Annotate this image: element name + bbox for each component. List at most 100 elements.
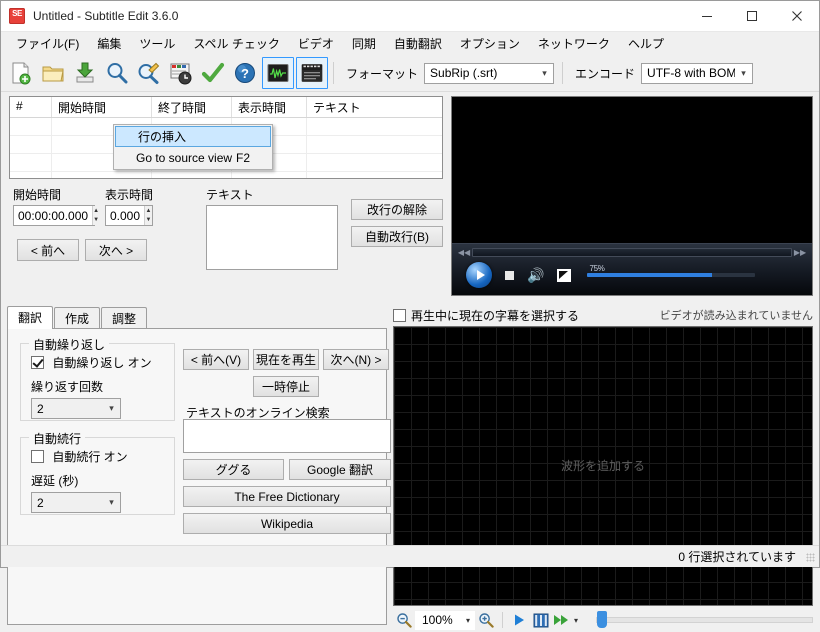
previous-subtitle-button[interactable]: < 前へ [17, 239, 79, 261]
playback-next-button[interactable]: 次へ(N) > [323, 349, 389, 370]
forward-icon[interactable]: ▶▶ [792, 248, 808, 257]
minimize-button[interactable] [684, 1, 729, 31]
duration-input[interactable]: 0.000 ▲ ▼ [105, 205, 153, 226]
menu-tools[interactable]: ツール [130, 32, 184, 55]
stepper-down-icon[interactable]: ▼ [145, 216, 152, 226]
stepper-up-icon[interactable]: ▲ [93, 206, 99, 216]
column-header-start-time[interactable]: 開始時間 [52, 97, 152, 117]
menu-networking[interactable]: ネットワーク [529, 32, 619, 55]
stop-icon[interactable] [505, 270, 514, 280]
zoom-out-icon[interactable] [393, 609, 415, 631]
find-icon[interactable] [102, 58, 132, 88]
menu-options[interactable]: オプション [451, 32, 529, 55]
free-dictionary-button[interactable]: The Free Dictionary [183, 486, 391, 507]
volume-slider[interactable] [587, 273, 756, 277]
column-header-text[interactable]: テキスト [307, 97, 442, 117]
google-translate-button[interactable]: Google 翻訳 [289, 459, 391, 480]
column-header-duration[interactable]: 表示時間 [232, 97, 307, 117]
duration-stepper[interactable]: ▲ ▼ [144, 206, 152, 225]
spell-check-icon[interactable] [198, 58, 228, 88]
auto-break-button[interactable]: 自動改行(B) [351, 226, 443, 247]
save-icon[interactable] [70, 58, 100, 88]
wikipedia-button[interactable]: Wikipedia [183, 513, 391, 534]
video-surface[interactable] [452, 97, 812, 243]
tab-adjust[interactable]: 調整 [101, 307, 148, 329]
encoding-combobox[interactable]: UTF-8 with BOM ▾ [641, 62, 754, 84]
start-time-input[interactable]: 00:00:00.000 ▲ ▼ [13, 205, 100, 226]
tab-translate[interactable]: 翻訳 [7, 306, 54, 329]
tab-create[interactable]: 作成 [54, 307, 101, 329]
auto-repeat-group-title: 自動繰り返し [29, 336, 110, 353]
volume-control[interactable]: 75% [587, 264, 756, 277]
online-search-input[interactable] [183, 419, 391, 453]
stepper-down-icon[interactable]: ▼ [93, 216, 99, 226]
maximize-button[interactable] [729, 1, 774, 31]
context-menu-item-go-to-source-view[interactable]: Go to source view F2 [114, 147, 272, 168]
format-combobox[interactable]: SubRip (.srt) ▾ [424, 62, 555, 84]
main-content: # 開始時間 終了時間 表示時間 テキスト 行の挿入 Go to source … [1, 92, 819, 630]
menu-edit[interactable]: 編集 [88, 32, 130, 55]
close-button[interactable] [774, 1, 819, 31]
help-icon[interactable]: ? [230, 58, 260, 88]
repeat-count-combobox[interactable]: 2 ▾ [31, 398, 121, 419]
chevron-down-icon[interactable]: ▾ [570, 609, 582, 631]
select-current-subtitle-checkbox[interactable]: 再生中に現在の字幕を選択する [393, 307, 579, 324]
menu-synchronization[interactable]: 同期 [343, 32, 385, 55]
unbreak-button[interactable]: 改行の解除 [351, 199, 443, 220]
duration-value: 0.000 [110, 208, 141, 223]
waveform-placeholder-text[interactable]: 波形を追加する [394, 457, 812, 474]
column-header-end-time[interactable]: 終了時間 [152, 97, 232, 117]
subtitle-edit-window: Untitled - Subtitle Edit 3.6.0 ファイル(F) 編… [0, 0, 820, 630]
playback-previous-button[interactable]: < 前へ(V) [183, 349, 249, 370]
menu-spellcheck[interactable]: スペル チェック [184, 32, 289, 55]
speaker-icon[interactable]: 🔊 [527, 268, 544, 282]
replace-icon[interactable] [134, 58, 164, 88]
waveform-slider-thumb[interactable] [597, 611, 607, 628]
menu-file[interactable]: ファイル(F) [7, 32, 88, 55]
waveform-zoom-combobox[interactable]: 100% ▾ [415, 610, 475, 630]
subtitle-list-view[interactable]: # 開始時間 終了時間 表示時間 テキスト 行の挿入 Go to source … [9, 96, 443, 179]
waveform-position-slider[interactable] [596, 611, 813, 628]
checkbox-unchecked-icon[interactable] [31, 450, 44, 463]
google-search-button[interactable]: ググる [183, 459, 284, 480]
fast-forward-icon[interactable] [552, 609, 570, 631]
checkbox-unchecked-icon[interactable] [393, 308, 406, 322]
playback-play-current-button[interactable]: 現在を再生 [253, 349, 319, 370]
context-menu[interactable]: 行の挿入 Go to source view F2 [113, 124, 273, 170]
subtitle-text-input[interactable] [206, 205, 338, 270]
play-icon[interactable] [466, 262, 492, 288]
waveform-play-icon[interactable] [508, 609, 530, 631]
video-toggle-icon[interactable] [296, 57, 328, 89]
auto-repeat-checkbox[interactable]: 自動繰り返し オン [31, 354, 174, 371]
column-header-number[interactable]: # [10, 97, 52, 117]
stepper-up-icon[interactable]: ▲ [145, 206, 152, 216]
menu-video[interactable]: ビデオ [289, 32, 343, 55]
start-time-stepper[interactable]: ▲ ▼ [92, 206, 100, 226]
delay-value: 2 [37, 495, 44, 510]
chevron-down-icon: ▾ [465, 615, 470, 625]
subtitle-edit-panel: 開始時間 00:00:00.000 ▲ ▼ 表示時間 0.000 ▲ ▼ < 前… [9, 186, 443, 301]
table-row[interactable] [10, 172, 442, 178]
filmstrip-icon[interactable] [530, 609, 552, 631]
delay-label: 遅延 (秒) [31, 474, 79, 488]
menu-help[interactable]: ヘルプ [619, 32, 673, 55]
sync-timing-icon[interactable] [166, 58, 196, 88]
video-player[interactable]: ◀◀ ▶▶ 🔊 75% [451, 96, 813, 296]
open-folder-icon[interactable] [38, 58, 68, 88]
delay-combobox[interactable]: 2 ▾ [31, 492, 121, 513]
zoom-in-icon[interactable] [475, 609, 497, 631]
checkbox-checked-icon[interactable] [31, 356, 44, 369]
resize-grip-icon[interactable] [804, 551, 816, 563]
new-file-icon[interactable] [6, 58, 36, 88]
rewind-icon[interactable]: ◀◀ [456, 248, 472, 257]
seek-slider[interactable] [472, 247, 792, 257]
auto-continue-checkbox[interactable]: 自動続行 オン [31, 448, 174, 465]
waveform-toggle-icon[interactable] [262, 57, 294, 89]
playback-pause-button[interactable]: 一時停止 [253, 376, 319, 397]
context-menu-item-insert-line[interactable]: 行の挿入 [115, 126, 271, 147]
menu-auto-translate[interactable]: 自動翻訳 [385, 32, 451, 55]
fullscreen-icon[interactable] [557, 268, 572, 282]
next-subtitle-button[interactable]: 次へ > [85, 239, 147, 261]
tab-strip: 翻訳 作成 調整 [7, 306, 387, 329]
window-controls [684, 1, 819, 31]
